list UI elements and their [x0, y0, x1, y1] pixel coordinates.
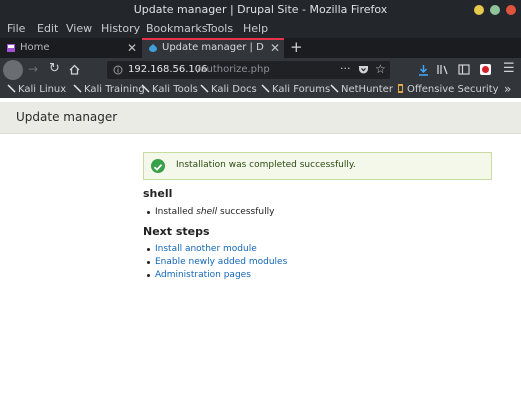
next-steps-heading: Next steps: [143, 225, 210, 238]
kali-dragon-icon: [200, 84, 209, 93]
menu-edit[interactable]: Edit: [37, 22, 58, 35]
list-item: Installed shell successfully: [143, 206, 492, 219]
menu-help[interactable]: Help: [243, 22, 268, 35]
list-item: Install another module: [143, 243, 492, 256]
url-path: /authorize.php: [197, 64, 270, 75]
kali-dragon-icon: [141, 84, 150, 93]
bookmark-kali-docs[interactable]: Kali Docs: [200, 84, 257, 95]
pocket-icon[interactable]: [358, 64, 369, 75]
close-window-button[interactable]: [506, 5, 516, 15]
bookmark-nethunter[interactable]: NetHunter: [330, 84, 393, 95]
bookmark-star-icon[interactable]: ☆: [375, 62, 386, 76]
page-title: Update manager: [16, 110, 118, 124]
library-icon[interactable]: [437, 64, 449, 75]
forward-icon[interactable]: →: [28, 62, 38, 76]
menu-tools[interactable]: Tools: [206, 22, 233, 35]
new-tab-button[interactable]: +: [290, 38, 303, 56]
navigation-bar: → ↻ 192.168.56.106 /authorize.php ··· ☆ …: [0, 58, 521, 82]
tab-bar: Home ✕ Update manager | Drupal ✕ +: [0, 38, 521, 58]
menu-history[interactable]: History: [101, 22, 140, 35]
url-host: 192.168.56.106: [128, 64, 208, 75]
bookmark-kali-training[interactable]: Kali Training: [73, 84, 145, 95]
list-item: Enable newly added modules: [143, 256, 492, 269]
bookmarks-toolbar: Kali Linux Kali Training Kali Tools Kali…: [0, 82, 521, 98]
bookmark-kali-linux[interactable]: Kali Linux: [7, 84, 66, 95]
close-tab-icon[interactable]: ✕: [270, 41, 280, 55]
window-title: Update manager | Drupal Site - Mozilla F…: [133, 3, 388, 16]
kali-dragon-icon: [261, 84, 270, 93]
menu-file[interactable]: File: [7, 22, 25, 35]
tab-label: Home: [20, 42, 50, 53]
tab-update-manager[interactable]: Update manager | Drupal ✕: [142, 38, 284, 58]
drupal-favicon-icon: [149, 44, 157, 52]
kali-dragon-icon: [73, 84, 82, 93]
enable-modules-link[interactable]: Enable newly added modules: [155, 257, 287, 267]
sidebar-icon[interactable]: [458, 64, 470, 75]
window-titlebar: Update manager | Drupal Site - Mozilla F…: [0, 0, 521, 20]
module-name: shell: [196, 207, 218, 217]
menu-bookmarks[interactable]: Bookmarks: [146, 22, 207, 35]
check-icon: [151, 159, 165, 173]
maximize-button[interactable]: [490, 5, 500, 15]
bookmark-kali-tools[interactable]: Kali Tools: [141, 84, 198, 95]
next-steps-list: Install another module Enable newly adde…: [143, 243, 492, 282]
kali-dragon-icon: [330, 84, 339, 93]
page-actions-icon[interactable]: ···: [340, 62, 351, 75]
administration-pages-link[interactable]: Administration pages: [155, 270, 251, 280]
back-button[interactable]: [3, 60, 23, 80]
minimize-button[interactable]: [474, 5, 484, 15]
tab-label: Update manager | Drupal: [162, 42, 264, 53]
reload-icon[interactable]: ↻: [49, 61, 60, 76]
status-message: Installation was completed successfully.: [143, 152, 492, 180]
menu-bar: File Edit View History Bookmarks Tools H…: [0, 20, 521, 38]
download-icon[interactable]: [418, 64, 429, 76]
tab-home[interactable]: Home ✕: [0, 38, 142, 58]
page-header: Update manager: [0, 102, 521, 134]
close-tab-icon[interactable]: ✕: [127, 41, 137, 55]
info-icon[interactable]: [113, 65, 123, 75]
extension-icon[interactable]: [479, 63, 492, 76]
drupal-favicon-icon: [7, 44, 15, 52]
offensive-security-icon: [398, 84, 403, 93]
bookmark-kali-forums[interactable]: Kali Forums: [261, 84, 330, 95]
status-text: Installation was completed successfully.: [176, 160, 356, 170]
bookmark-offensive-security[interactable]: Offensive Security: [396, 84, 499, 95]
hamburger-menu-icon[interactable]: ☰: [503, 61, 515, 76]
install-another-module-link[interactable]: Install another module: [155, 244, 257, 254]
module-heading: shell: [143, 187, 173, 200]
bookmarks-overflow-icon[interactable]: »: [504, 82, 511, 96]
address-bar[interactable]: 192.168.56.106 /authorize.php ··· ☆: [107, 61, 390, 79]
kali-dragon-icon: [7, 84, 16, 93]
main-content: Installation was completed successfully.…: [143, 152, 492, 282]
menu-view[interactable]: View: [66, 22, 92, 35]
install-results-list: Installed shell successfully: [143, 206, 492, 219]
home-icon[interactable]: [69, 64, 80, 75]
list-item: Administration pages: [143, 269, 492, 282]
